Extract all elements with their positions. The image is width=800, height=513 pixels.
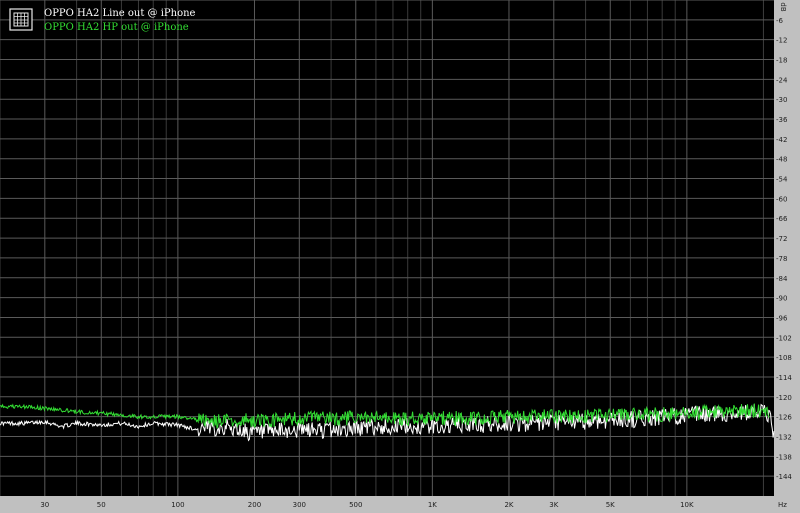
frequency-response-chart: 30 50 100 200 300 500 1K 2K 3K 5K 10K -6 -12 -18 -24 -… [0,0,800,513]
x-tick-label: 1K [428,501,437,509]
x-tick-label: 100 [171,501,184,509]
x-tick-label: 30 [40,501,49,509]
y-tick-label: -102 [776,334,792,342]
x-tick-label: 5K [606,501,615,509]
y-tick-label: -108 [776,354,792,362]
y-tick-label: -18 [776,57,787,65]
y-tick-label: -84 [776,275,788,283]
x-tick-label: 50 [97,501,106,509]
y-tick-label: -144 [776,473,792,481]
x-tick-label: 500 [349,501,362,509]
y-tick-label: -132 [776,433,792,441]
y-tick-label: -54 [776,176,788,184]
y-tick-label: -60 [776,195,787,203]
x-tick-label: 200 [248,501,261,509]
y-tick-label: -72 [776,235,787,243]
y-axis-unit-label: dB [779,2,787,11]
y-tick-label: -90 [776,295,787,303]
y-tick-label: -126 [776,414,792,422]
y-tick-label: -114 [776,374,792,382]
legend-label-hp-out: OPPO HA2 HP out @ iPhone [44,22,189,33]
y-tick-label: -66 [776,215,788,223]
y-tick-label: -12 [776,37,787,45]
y-tick-label: -48 [776,156,787,164]
y-tick-label: -96 [776,314,788,322]
y-tick-label: -30 [776,96,787,104]
x-tick-label: 3K [549,501,558,509]
x-tick-label: 10K [680,501,694,509]
y-tick-label: -138 [776,453,792,461]
y-tick-label: -24 [776,76,788,84]
y-tick-label: -36 [776,116,788,124]
x-tick-label: 2K [504,501,513,509]
y-tick-label: -42 [776,136,787,144]
x-axis-unit-label: Hz [778,501,787,509]
y-tick-label: -78 [776,255,787,263]
x-tick-label: 300 [293,501,306,509]
y-tick-label: -6 [776,17,784,25]
y-tick-label: -120 [776,394,792,402]
legend-label-line-out: OPPO HA2 Line out @ iPhone [44,8,196,19]
